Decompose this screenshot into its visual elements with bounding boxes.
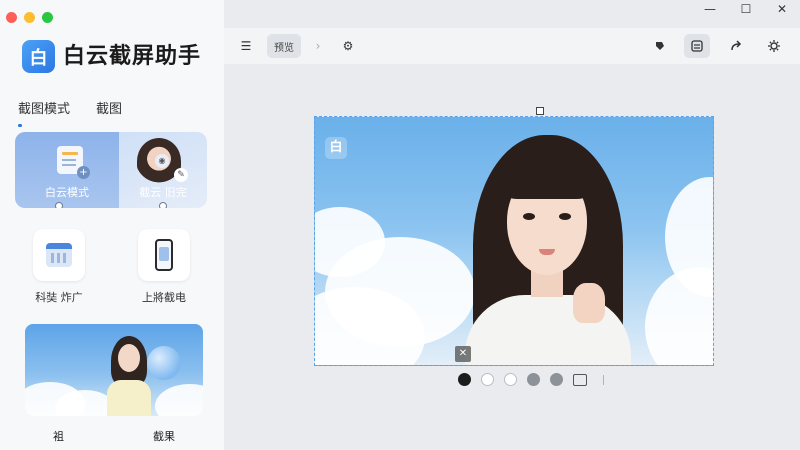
selection-handle[interactable] <box>536 107 544 115</box>
template-portrait <box>105 336 153 416</box>
tool-icon-box <box>33 229 85 281</box>
calendar-icon <box>46 243 72 267</box>
pin-icon[interactable] <box>648 34 672 58</box>
edit-icon: ✎ <box>174 168 188 182</box>
chevron-right-icon: › <box>315 39 321 53</box>
node-graph-icon[interactable]: ⚙ <box>336 34 360 58</box>
tab-screenshot[interactable]: 截图 <box>96 98 122 123</box>
save-icon[interactable] <box>684 34 710 58</box>
cloud-shape <box>645 267 713 365</box>
close-button[interactable]: ✕ <box>764 0 800 18</box>
minimize-window-button[interactable] <box>24 12 35 23</box>
sidebar-tabs: 截图模式 截图 <box>18 98 122 127</box>
screenshot-canvas[interactable]: 白 ✕ <box>314 116 714 366</box>
sidebar: 白 白云截屏助手 截图模式 截图 + 白云模式 ◉ ✎ 截云 旧完 科奘 炸广 … <box>0 0 224 450</box>
swatch-gray[interactable] <box>527 373 540 386</box>
app-title: 白云截屏助手 <box>63 44 202 69</box>
list-icon[interactable]: ☰ <box>234 34 258 58</box>
swatch-gray[interactable] <box>550 373 563 386</box>
template-labels: 袓 截果 <box>25 428 203 444</box>
settings-icon[interactable] <box>762 34 786 58</box>
mode-option-label: 白云模式 <box>45 186 89 199</box>
share-arrow-icon[interactable] <box>724 34 748 58</box>
swatch-white[interactable] <box>481 373 494 386</box>
app-window: 白 白云截屏助手 截图模式 截图 + 白云模式 ◉ ✎ 截云 旧完 科奘 炸广 … <box>0 0 800 450</box>
tool-icon-box <box>138 229 190 281</box>
swatch-black[interactable] <box>458 373 471 386</box>
mode-option-portrait[interactable]: ◉ ✎ 截云 旧完 <box>119 132 207 208</box>
window-controls: — ☐ ✕ <box>692 0 800 18</box>
close-window-button[interactable] <box>6 12 17 23</box>
tool-label: 科奘 炸广 <box>35 291 83 304</box>
minimize-button[interactable]: — <box>692 0 728 18</box>
camera-icon: ◉ <box>155 154 169 168</box>
portrait-subject <box>443 135 653 365</box>
mode-radio[interactable] <box>159 202 167 208</box>
cloud-shape <box>155 384 203 416</box>
tool-item-phone[interactable]: 上將截电 <box>134 229 194 305</box>
maximize-button[interactable]: ☐ <box>728 0 764 18</box>
traffic-lights <box>6 12 53 23</box>
bubble-decoration <box>147 346 181 380</box>
tool-item-calendar[interactable]: 科奘 炸广 <box>29 229 89 305</box>
main-area: — ☐ ✕ ☰ 预览 › ⚙ 白 ✕ <box>224 0 800 450</box>
more-options-icon[interactable] <box>573 373 587 386</box>
template-card[interactable] <box>25 324 203 416</box>
template-label-left: 袓 <box>53 430 64 443</box>
mode-radio[interactable] <box>55 202 63 208</box>
swatch-white[interactable] <box>504 373 517 386</box>
mode-option-label: 截云 旧完 <box>139 186 187 199</box>
phone-icon <box>155 239 173 271</box>
mode-option-baiyun[interactable]: + 白云模式 <box>15 132 119 208</box>
tab-screenshot-mode[interactable]: 截图模式 <box>18 98 70 127</box>
app-logo: 白 <box>22 40 55 73</box>
toolbar: ☰ 预览 › ⚙ <box>224 28 800 64</box>
zoom-window-button[interactable] <box>42 12 53 23</box>
close-selection-icon[interactable]: ✕ <box>455 346 471 362</box>
app-logo-text: 白 <box>29 47 48 69</box>
tool-label: 上將截电 <box>142 291 186 304</box>
color-swatches <box>458 373 604 386</box>
template-label-right: 截果 <box>153 430 175 443</box>
plus-icon: + <box>77 166 90 179</box>
mode-card: + 白云模式 ◉ ✎ 截云 旧完 <box>15 132 207 208</box>
divider <box>603 374 604 385</box>
preview-button[interactable]: 预览 <box>267 34 301 58</box>
watermark-logo: 白 <box>325 137 347 159</box>
